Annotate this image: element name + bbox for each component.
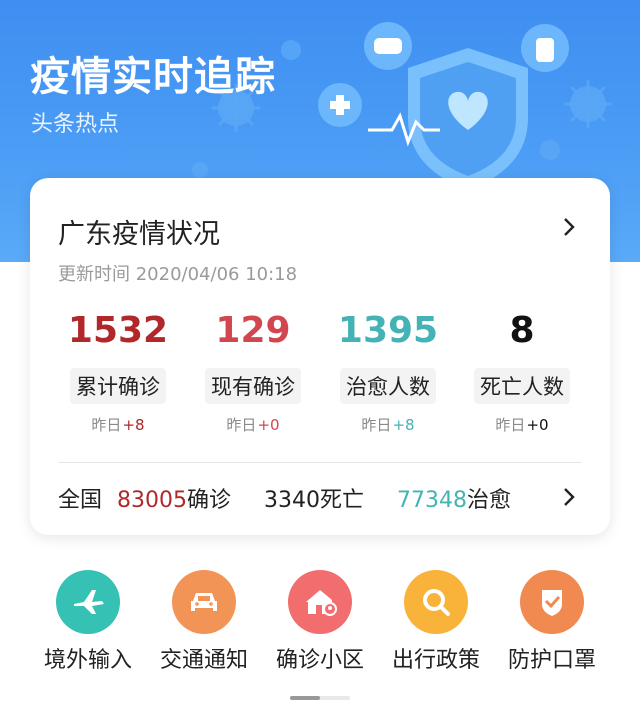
shield-check-icon xyxy=(520,570,584,634)
national-cured-value: 77348 xyxy=(397,488,468,513)
stat-delta: 昨日+8 xyxy=(91,416,145,434)
chevron-right-icon[interactable] xyxy=(558,216,580,238)
car-icon xyxy=(172,570,236,634)
divider xyxy=(58,462,582,463)
stat-current-confirmed: 129 现有确诊 昨日+0 xyxy=(183,308,323,435)
national-confirmed-value: 83005 xyxy=(117,488,188,513)
page-indicator xyxy=(290,696,350,700)
stat-value: 129 xyxy=(215,310,291,351)
national-deaths-value: 3340 xyxy=(264,488,321,513)
national-summary[interactable]: 全国 83005确诊 3340死亡 77348治愈 xyxy=(58,482,511,514)
feature-label: 出行政策 xyxy=(391,648,480,673)
province-status-card[interactable]: 广东疫情状况 更新时间 2020/04/06 10:18 1532 累计确诊 昨… xyxy=(30,178,610,535)
card-title: 广东疫情状况 xyxy=(58,219,220,250)
national-label: 全国 xyxy=(58,488,103,513)
stat-value: 1532 xyxy=(67,310,169,351)
search-icon xyxy=(404,570,468,634)
stat-value: 1395 xyxy=(337,310,439,351)
stat-delta: 昨日+8 xyxy=(361,416,415,434)
stat-label: 现有确诊 xyxy=(205,368,301,404)
page-subtitle: 头条热点 xyxy=(31,112,120,137)
national-cured-label: 治愈 xyxy=(467,488,512,513)
feature-confirmed-community[interactable]: 确诊小区 xyxy=(261,570,379,674)
chevron-right-icon[interactable] xyxy=(558,486,580,508)
stat-deaths: 8 死亡人数 昨日+0 xyxy=(452,308,592,435)
stat-label: 治愈人数 xyxy=(340,368,436,404)
national-deaths-label: 死亡 xyxy=(320,488,365,513)
feature-protective-mask[interactable]: 防护口罩 xyxy=(493,570,611,674)
page-title: 疫情实时追踪 xyxy=(30,54,276,100)
airplane-icon xyxy=(56,570,120,634)
feature-label: 防护口罩 xyxy=(507,648,596,673)
update-time: 更新时间 2020/04/06 10:18 xyxy=(58,264,298,285)
feature-traffic-notice[interactable]: 交通通知 xyxy=(145,570,263,674)
stat-label: 死亡人数 xyxy=(474,368,570,404)
stat-delta: 昨日+0 xyxy=(495,416,549,434)
stat-delta: 昨日+0 xyxy=(226,416,280,434)
feature-label: 确诊小区 xyxy=(275,648,364,673)
national-confirmed-label: 确诊 xyxy=(187,488,232,513)
stat-value: 8 xyxy=(509,310,535,351)
stat-label: 累计确诊 xyxy=(70,368,166,404)
feature-overseas-import[interactable]: 境外输入 xyxy=(29,570,147,674)
feature-travel-policy[interactable]: 出行政策 xyxy=(377,570,495,674)
house-location-icon xyxy=(288,570,352,634)
feature-label: 境外输入 xyxy=(43,648,132,673)
stat-cured: 1395 治愈人数 昨日+8 xyxy=(318,308,458,435)
feature-label: 交通通知 xyxy=(159,648,248,673)
stat-cumulative-confirmed: 1532 累计确诊 昨日+8 xyxy=(48,308,188,435)
page-indicator-thumb xyxy=(290,696,320,700)
